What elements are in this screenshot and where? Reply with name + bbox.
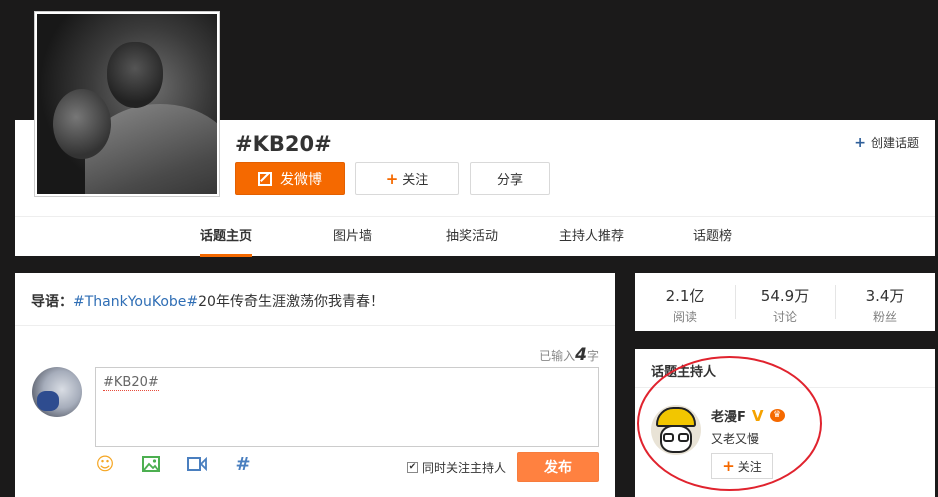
publish-button[interactable]: 发布: [517, 452, 599, 482]
stat-reads: 2.1亿 阅读: [635, 273, 735, 331]
stat-discussions: 54.9万 讨论: [735, 273, 835, 331]
create-topic-link[interactable]: + 创建话题: [854, 134, 919, 151]
plus-icon: +: [385, 169, 399, 188]
composer-toolbar: ☺ #: [95, 454, 253, 475]
tab-topic-ranking[interactable]: 话题榜: [693, 217, 732, 257]
tab-lottery[interactable]: 抽奖活动: [446, 217, 498, 257]
topic-avatar-image: [37, 14, 217, 194]
follow-topic-button[interactable]: + 关注: [355, 162, 459, 195]
create-topic-label: 创建话题: [870, 136, 919, 150]
topic-intro: 导语：#ThankYouKobe#20年传奇生涯激荡你我青春！: [31, 291, 384, 311]
video-icon[interactable]: [187, 454, 207, 474]
intro-hashtag-link[interactable]: #ThankYouKobe#: [73, 294, 198, 310]
intro-text: 20年传奇生涯激荡你我青春！: [198, 294, 384, 310]
follow-topic-label: 关注: [402, 173, 429, 188]
sync-follow-checkbox[interactable]: ✔: [407, 462, 418, 473]
post-weibo-label: 发微博: [280, 171, 322, 188]
topic-avatar: [35, 12, 219, 196]
image-icon[interactable]: [141, 454, 161, 474]
compose-text: #KB20#: [103, 375, 159, 391]
topic-stats: 2.1亿 阅读 54.9万 讨论 3.4万 粉丝: [635, 273, 935, 331]
divider: [15, 325, 615, 326]
char-counter: 已输入4字: [539, 345, 599, 365]
composer-card: 导语：#ThankYouKobe#20年传奇生涯激荡你我青春！ 已输入4字 #K…: [15, 273, 615, 497]
emoji-icon[interactable]: ☺: [95, 454, 115, 475]
tab-host-recommend[interactable]: 主持人推荐: [559, 217, 624, 257]
share-button[interactable]: 分享: [470, 162, 550, 195]
stat-discussions-value: 54.9万: [760, 287, 810, 305]
stat-discussions-label: 讨论: [772, 310, 797, 324]
hashtag-icon[interactable]: #: [233, 454, 253, 475]
red-highlight-circle: [637, 356, 822, 491]
post-weibo-button[interactable]: 发微博: [235, 162, 345, 195]
stat-fans-value: 3.4万: [865, 287, 905, 305]
stat-fans: 3.4万 粉丝: [835, 273, 935, 331]
compose-textarea[interactable]: #KB20#: [95, 367, 599, 447]
intro-lead: 导语：: [31, 294, 73, 310]
topic-tabs: 话题主页 图片墙 抽奖活动 主持人推荐 话题榜: [15, 216, 935, 257]
user-avatar[interactable]: [32, 367, 82, 417]
char-count-number: 4: [575, 345, 587, 365]
topic-title: #KB20#: [235, 132, 332, 156]
tab-topic-home[interactable]: 话题主页: [200, 217, 253, 257]
stat-fans-label: 粉丝: [872, 310, 897, 324]
plus-icon: +: [854, 135, 866, 151]
edit-icon: [258, 171, 272, 186]
sync-follow-label: 同时关注主持人: [422, 461, 507, 475]
stat-reads-label: 阅读: [672, 310, 697, 324]
sync-follow-host-option[interactable]: ✔ 同时关注主持人: [407, 459, 506, 476]
tab-picture-wall[interactable]: 图片墙: [333, 217, 372, 257]
stat-reads-value: 2.1亿: [665, 287, 705, 305]
